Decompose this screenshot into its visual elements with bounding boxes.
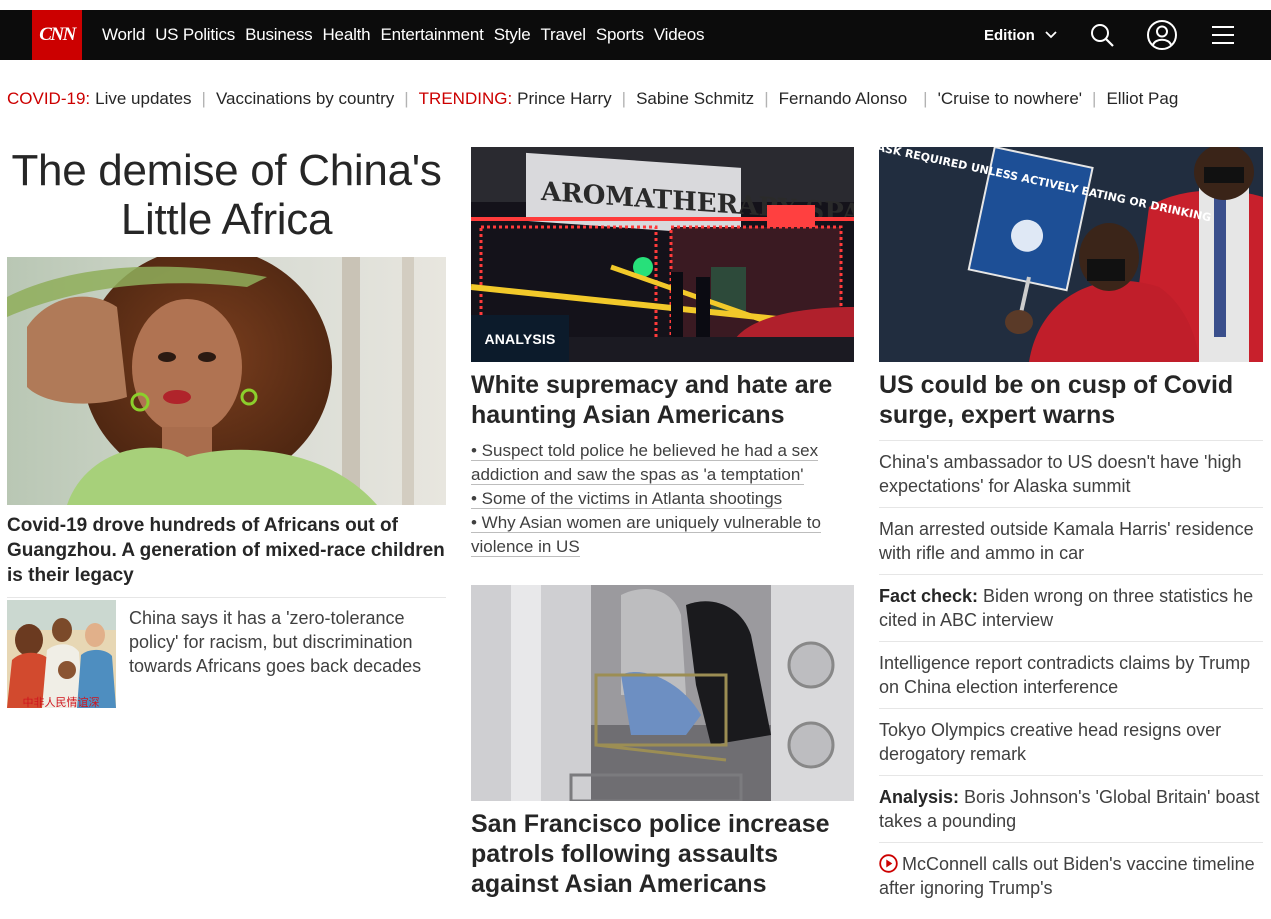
chevron-down-icon (1045, 31, 1057, 39)
menu-icon[interactable] (1210, 22, 1236, 48)
separator: | (404, 89, 409, 108)
top-navigation-bar: CNN World US Politics Business Health En… (0, 10, 1271, 60)
list-item[interactable]: Man arrested outside Kamala Harris' resi… (879, 507, 1263, 574)
edition-dropdown[interactable]: Edition (984, 10, 1057, 60)
bullet-link[interactable]: addiction and saw the spas as 'a temptat… (471, 465, 804, 485)
item-text: China's ambassador to US doesn't have 'h… (879, 452, 1242, 496)
image-mask-required-sign[interactable]: MASK REQUIRED UNLESS ACTIVELY EATING OR … (879, 147, 1263, 362)
nav-link-sports[interactable]: Sports (596, 25, 644, 45)
nav-link-videos[interactable]: Videos (654, 25, 705, 45)
bullet-link[interactable]: • Suspect told police he believed he had… (471, 441, 819, 461)
cnn-logo[interactable]: CNN (32, 10, 82, 60)
image-laundromat-assault[interactable] (471, 585, 854, 801)
item-prefix: Analysis: (879, 787, 960, 807)
separator: | (923, 89, 928, 108)
trending-link-elliot-page[interactable]: Elliot Pag (1106, 89, 1178, 109)
nav-link-travel[interactable]: Travel (540, 25, 586, 45)
trending-link-prince-harry[interactable]: Prince Harry (517, 89, 611, 109)
separator: | (1092, 89, 1097, 108)
item-text: Man arrested outside Kamala Harris' resi… (879, 519, 1254, 563)
headline-covid-surge[interactable]: US could be on cusp of Covid surge, expe… (879, 370, 1263, 430)
list-item[interactable]: China's ambassador to US doesn't have 'h… (879, 440, 1263, 507)
logo-text: CNN (39, 24, 76, 45)
trending-link-fernando-alonso[interactable]: Fernando Alonso (779, 89, 908, 109)
list-item[interactable]: Intelligence report contradicts claims b… (879, 641, 1263, 708)
nav-link-world[interactable]: World (102, 25, 145, 45)
nav-link-entertainment[interactable]: Entertainment (380, 25, 483, 45)
covid-label: COVID-19: (7, 89, 91, 108)
nav-link-us-politics[interactable]: US Politics (155, 25, 235, 45)
nav-link-health[interactable]: Health (322, 25, 370, 45)
nav-links: World US Politics Business Health Entert… (102, 10, 714, 60)
trending-bar: COVID-19: Live updates | Vaccinations by… (0, 88, 1271, 110)
bullet-list: • Suspect told police he believed he had… (471, 439, 854, 559)
divider (7, 597, 446, 598)
account-icon[interactable] (1146, 19, 1178, 51)
separator: | (201, 89, 206, 108)
top-strip (0, 0, 1271, 10)
trending-link-vaccinations[interactable]: Vaccinations by country (216, 89, 394, 109)
headline-list: China's ambassador to US doesn't have 'h… (879, 440, 1263, 909)
video-play-icon (879, 854, 898, 873)
thumbnail-propaganda-poster[interactable]: 中非人民情谊深 (7, 600, 116, 708)
trending-label: TRENDING: (418, 89, 513, 108)
headline-sf-police[interactable]: San Francisco police increase patrols fo… (471, 809, 861, 899)
item-text: McConnell calls out Biden's vaccine time… (879, 854, 1255, 898)
trending-link-live-updates[interactable]: Live updates (95, 89, 191, 109)
bullet-link[interactable]: violence in US (471, 537, 580, 557)
analysis-badge: ANALYSIS (471, 315, 569, 362)
list-item[interactable]: Tokyo Olympics creative head resigns ove… (879, 708, 1263, 775)
poster-caption: 中非人民情谊深 (23, 695, 100, 708)
bullet-link[interactable]: • Why Asian women are uniquely vulnerabl… (471, 513, 821, 533)
hero-image-woman-portrait[interactable] (7, 257, 446, 505)
item-text: Intelligence report contradicts claims b… (879, 653, 1251, 697)
nav-link-style[interactable]: Style (494, 25, 531, 45)
list-item[interactable]: Analysis: Boris Johnson's 'Global Britai… (879, 775, 1263, 842)
separator: | (621, 89, 627, 108)
item-prefix: Fact check: (879, 586, 979, 606)
nav-link-business[interactable]: Business (245, 25, 313, 45)
feature-headline[interactable]: The demise of China's Little Africa (7, 146, 446, 244)
separator: | (764, 89, 769, 108)
bullet-link[interactable]: • Some of the victims in Atlanta shootin… (471, 489, 783, 509)
item-text: Tokyo Olympics creative head resigns ove… (879, 720, 1222, 764)
trending-link-sabine-schmitz[interactable]: Sabine Schmitz (636, 89, 754, 109)
headline-china-little-africa[interactable]: Covid-19 drove hundreds of Africans out … (7, 513, 446, 588)
edition-label: Edition (984, 26, 1035, 44)
list-item[interactable]: McConnell calls out Biden's vaccine time… (879, 842, 1263, 909)
list-item[interactable]: Fact check: Biden wrong on three statist… (879, 574, 1263, 641)
story-zero-tolerance[interactable]: China says it has a 'zero-tolerance poli… (129, 606, 447, 678)
headline-white-supremacy[interactable]: White supremacy and hate are haunting As… (471, 370, 861, 430)
search-icon[interactable] (1089, 22, 1115, 48)
trending-link-cruise-to-nowhere[interactable]: 'Cruise to nowhere' (938, 89, 1082, 109)
